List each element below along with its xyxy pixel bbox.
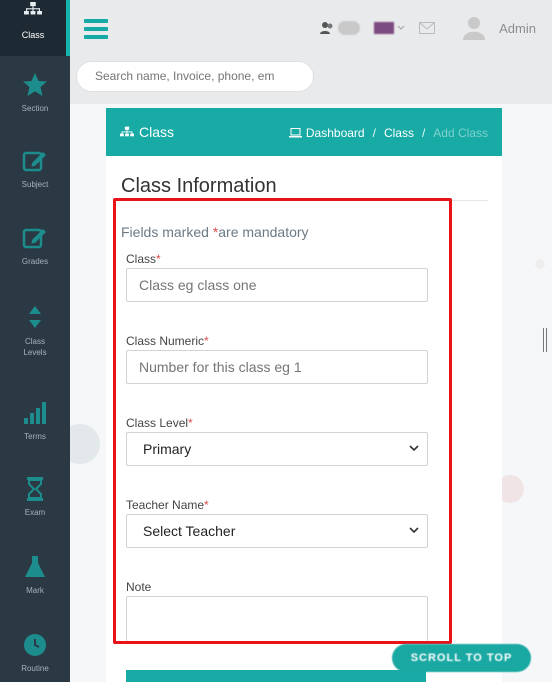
sidebar-item-label: Subject	[21, 180, 49, 189]
sidebar-item-exam[interactable]: Exam	[0, 476, 70, 517]
chevron-down-icon	[397, 25, 405, 30]
required-mark: *	[204, 498, 209, 512]
hamburger-line	[84, 19, 108, 23]
chevron-down-icon	[409, 445, 419, 452]
sidebar-item-label: Mark	[26, 586, 44, 595]
class-level-select[interactable]: Primary	[126, 432, 428, 466]
card-title: Class	[120, 124, 174, 140]
resize-handle[interactable]	[543, 328, 549, 352]
breadcrumb-separator: /	[372, 126, 376, 140]
sidebar: Class Section Subject Grades Class Level…	[0, 0, 70, 682]
class-label: Class*	[126, 252, 161, 266]
hourglass-icon	[27, 477, 43, 501]
class-name-input[interactable]	[126, 268, 428, 302]
breadcrumb-current: Add Class	[433, 126, 488, 140]
class-numeric-input[interactable]	[126, 350, 428, 384]
breadcrumb-separator: /	[421, 126, 426, 140]
note-textarea[interactable]	[126, 596, 428, 644]
edit-icon	[22, 228, 46, 249]
sidebar-item-label: Class Levels	[23, 337, 47, 357]
sidebar-item-routine[interactable]: Routine	[0, 632, 70, 673]
section-title: Class Information	[121, 175, 277, 197]
language-dropdown[interactable]	[374, 22, 405, 34]
search-input[interactable]	[76, 61, 314, 92]
sidebar-item-class[interactable]: Class	[0, 0, 70, 56]
teacher-name-label-text: Teacher Name	[126, 498, 205, 512]
mandatory-note-suffix: are mandatory	[218, 224, 309, 240]
star-icon	[23, 73, 47, 96]
hamburger-line	[84, 27, 108, 31]
user-name[interactable]: Admin	[499, 21, 536, 36]
sidebar-item-label: Class	[21, 30, 45, 40]
mail-icon[interactable]	[419, 22, 436, 34]
required-mark: *	[204, 334, 209, 348]
edit-icon	[22, 151, 46, 172]
class-numeric-label: Class Numeric*	[126, 334, 209, 348]
required-mark: *	[188, 416, 193, 430]
top-bar: Admin	[70, 0, 552, 104]
flag-icon	[374, 22, 395, 34]
submit-button[interactable]	[126, 670, 426, 682]
notification-badge	[338, 21, 361, 35]
breadcrumb-class-link[interactable]: Class	[384, 126, 414, 140]
resize-handle-line	[546, 328, 547, 352]
note-label: Note	[126, 580, 152, 594]
sidebar-item-label: Terms	[24, 432, 46, 441]
users-notification-button[interactable]	[319, 20, 361, 36]
class-numeric-label-text: Class Numeric	[126, 334, 205, 348]
users-icon	[320, 22, 333, 34]
class-level-label: Class Level*	[126, 416, 193, 430]
card-header: Class Dashboard / Class / Add Class	[106, 108, 502, 156]
menu-toggle-button[interactable]	[84, 19, 108, 41]
card-title-text: Class	[139, 124, 175, 140]
sidebar-item-mark[interactable]: Mark	[0, 554, 70, 595]
sidebar-item-class-levels[interactable]: Class Levels	[0, 304, 70, 358]
sidebar-item-subject[interactable]: Subject	[0, 148, 70, 189]
top-bar-actions: Admin	[319, 14, 536, 42]
scroll-to-top-button[interactable]: SCROLL TO TOP	[392, 644, 531, 672]
breadcrumb-dashboard-link[interactable]: Dashboard	[288, 126, 365, 140]
required-mark: *	[156, 252, 161, 266]
teacher-select[interactable]: Select Teacher	[126, 514, 428, 548]
breadcrumb-label: Dashboard	[305, 126, 365, 140]
clock-icon	[24, 634, 46, 656]
main-content: Class Dashboard / Class / Add Class Clas…	[70, 104, 552, 682]
sidebar-item-label: Exam	[24, 508, 46, 517]
teacher-selected-value: Select Teacher	[143, 523, 236, 539]
resize-handle-line	[543, 328, 544, 352]
class-level-selected-value: Primary	[143, 441, 192, 457]
sitemap-icon	[24, 2, 42, 15]
avatar-icon[interactable]	[463, 16, 486, 40]
class-level-label-text: Class Level	[126, 416, 189, 430]
sidebar-item-terms[interactable]: Terms	[0, 400, 70, 441]
chevron-down-icon	[409, 527, 419, 534]
class-label-text: Class	[126, 252, 157, 266]
teacher-name-label: Teacher Name*	[126, 498, 209, 512]
sidebar-item-label: Grades	[21, 257, 49, 266]
hamburger-line	[84, 35, 108, 39]
sidebar-item-section[interactable]: Section	[0, 72, 70, 113]
add-class-card: Class Dashboard / Class / Add Class Clas…	[106, 108, 502, 682]
sidebar-item-label: Section	[21, 104, 49, 113]
breadcrumb: Dashboard / Class / Add Class	[288, 126, 488, 140]
sitemap-icon	[120, 126, 134, 137]
sidebar-item-label: Routine	[21, 664, 49, 673]
section-divider	[121, 200, 488, 201]
sort-icon	[29, 306, 41, 328]
laptop-icon	[288, 128, 302, 138]
mandatory-note: Fields marked *are mandatory	[121, 224, 309, 240]
signal-icon	[24, 402, 46, 424]
flask-icon	[25, 556, 45, 577]
sidebar-item-grades[interactable]: Grades	[0, 225, 70, 266]
mandatory-note-prefix: Fields marked	[121, 224, 213, 240]
